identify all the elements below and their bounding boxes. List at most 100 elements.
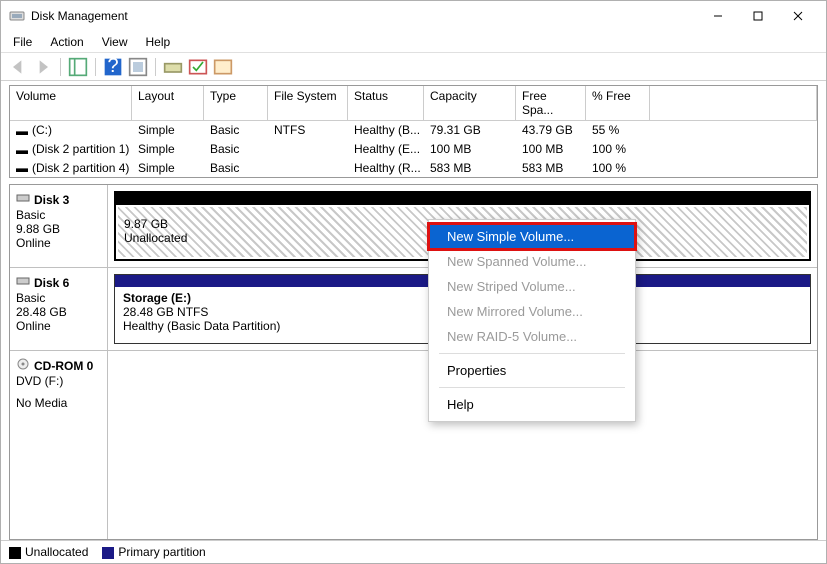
minimize-button[interactable]: [698, 2, 738, 30]
legend-swatch-primary: [102, 547, 114, 559]
col-filesystem[interactable]: File System: [268, 86, 348, 120]
legend-primary: Primary partition: [118, 545, 205, 559]
disk3-info[interactable]: Disk 3 Basic 9.88 GB Online: [10, 185, 108, 267]
cell-layout: Simple: [132, 140, 204, 159]
table-row[interactable]: ▬(Disk 2 partition 4) Simple Basic Healt…: [10, 159, 817, 178]
disk3-state: Online: [16, 236, 101, 250]
disk6-name: Disk 6: [34, 276, 69, 290]
cell-freespace: 43.79 GB: [516, 121, 586, 140]
disk-row-cdrom: CD-ROM 0 DVD (F:) No Media: [10, 351, 817, 540]
legend-unalloc: Unallocated: [25, 545, 88, 559]
cell-type: Basic: [204, 121, 268, 140]
legend-swatch-unalloc: [9, 547, 21, 559]
ctx-separator: [439, 353, 625, 354]
cell-pctfree: 55 %: [586, 121, 650, 140]
back-button[interactable]: [7, 56, 29, 78]
cell-fs: [268, 140, 348, 159]
cdrom-info[interactable]: CD-ROM 0 DVD (F:) No Media: [10, 351, 108, 540]
cell-fs: [268, 159, 348, 178]
app-icon: [9, 8, 25, 24]
disk6-state: Online: [16, 319, 101, 333]
drive-icon: ▬: [16, 124, 32, 138]
menu-view[interactable]: View: [94, 33, 136, 51]
table-row[interactable]: ▬(C:) Simple Basic NTFS Healthy (B... 79…: [10, 121, 817, 140]
menu-action[interactable]: Action: [42, 33, 91, 51]
show-tree-icon[interactable]: [67, 56, 89, 78]
cell-freespace: 100 MB: [516, 140, 586, 159]
volume-header-row: Volume Layout Type File System Status Ca…: [10, 86, 817, 121]
disk-row-6: Disk 6 Basic 28.48 GB Online Storage (E:…: [10, 268, 817, 351]
unalloc-stripe: [116, 193, 809, 205]
cell-layout: Simple: [132, 159, 204, 178]
disk-icon: [16, 274, 30, 291]
drive-icon: ▬: [16, 161, 32, 175]
col-volume[interactable]: Volume: [10, 86, 132, 120]
disk3-size: 9.88 GB: [16, 222, 101, 236]
titlebar: Disk Management: [1, 1, 826, 31]
col-capacity[interactable]: Capacity: [424, 86, 516, 120]
action-icon-3[interactable]: [212, 56, 234, 78]
drive-icon: ▬: [16, 143, 32, 157]
ctx-properties[interactable]: Properties: [429, 358, 635, 383]
window-title: Disk Management: [31, 9, 698, 23]
ctx-new-simple-volume[interactable]: New Simple Volume...: [429, 224, 635, 249]
disk-icon: [16, 191, 30, 208]
col-status[interactable]: Status: [348, 86, 424, 120]
disk6-type: Basic: [16, 291, 101, 305]
settings-icon[interactable]: [127, 56, 149, 78]
forward-button[interactable]: [32, 56, 54, 78]
cell-type: Basic: [204, 159, 268, 178]
menu-file[interactable]: File: [5, 33, 40, 51]
cell-volume: (C:): [32, 123, 52, 137]
action-icon-1[interactable]: [162, 56, 184, 78]
toolbar-sep: [155, 58, 156, 76]
ctx-new-mirrored-volume: New Mirrored Volume...: [429, 299, 635, 324]
menu-help[interactable]: Help: [138, 33, 179, 51]
cell-pctfree: 100 %: [586, 140, 650, 159]
cell-freespace: 583 MB: [516, 159, 586, 178]
cell-pctfree: 100 %: [586, 159, 650, 178]
ctx-help[interactable]: Help: [429, 392, 635, 417]
table-row[interactable]: ▬(Disk 2 partition 1) Simple Basic Healt…: [10, 140, 817, 159]
col-pctfree[interactable]: % Free: [586, 86, 650, 120]
cdrom-state: No Media: [16, 396, 101, 410]
cell-capacity: 100 MB: [424, 140, 516, 159]
cell-capacity: 79.31 GB: [424, 121, 516, 140]
toolbar: ?: [1, 53, 826, 81]
cell-type: Basic: [204, 140, 268, 159]
disk6-info[interactable]: Disk 6 Basic 28.48 GB Online: [10, 268, 108, 350]
disk3-type: Basic: [16, 208, 101, 222]
ctx-new-raid5-volume: New RAID-5 Volume...: [429, 324, 635, 349]
col-layout[interactable]: Layout: [132, 86, 204, 120]
legend: Unallocated Primary partition: [1, 540, 826, 563]
cdrom-icon: [16, 357, 30, 374]
toolbar-sep: [60, 58, 61, 76]
cell-fs: NTFS: [268, 121, 348, 140]
col-blank: [650, 86, 817, 120]
context-menu: New Simple Volume... New Spanned Volume.…: [428, 219, 636, 422]
cell-status: Healthy (B...: [348, 121, 424, 140]
toolbar-sep: [95, 58, 96, 76]
disk-graphical-view: Disk 3 Basic 9.88 GB Online 9.87 GB Unal…: [9, 184, 818, 540]
col-freespace[interactable]: Free Spa...: [516, 86, 586, 120]
action-icon-2[interactable]: [187, 56, 209, 78]
ctx-new-striped-volume: New Striped Volume...: [429, 274, 635, 299]
disk6-size: 28.48 GB: [16, 305, 101, 319]
svg-text:?: ?: [107, 57, 118, 77]
cell-volume: (Disk 2 partition 1): [32, 142, 129, 156]
col-type[interactable]: Type: [204, 86, 268, 120]
cell-status: Healthy (R...: [348, 159, 424, 178]
cell-status: Healthy (E...: [348, 140, 424, 159]
ctx-new-spanned-volume: New Spanned Volume...: [429, 249, 635, 274]
menubar: File Action View Help: [1, 31, 826, 53]
disk3-name: Disk 3: [34, 193, 69, 207]
disk-row-3: Disk 3 Basic 9.88 GB Online 9.87 GB Unal…: [10, 185, 817, 268]
cell-capacity: 583 MB: [424, 159, 516, 178]
cell-volume: (Disk 2 partition 4): [32, 161, 129, 175]
cdrom-sub: DVD (F:): [16, 374, 101, 388]
cell-layout: Simple: [132, 121, 204, 140]
help-icon[interactable]: ?: [102, 56, 124, 78]
ctx-separator: [439, 387, 625, 388]
maximize-button[interactable]: [738, 2, 778, 30]
close-button[interactable]: [778, 2, 818, 30]
